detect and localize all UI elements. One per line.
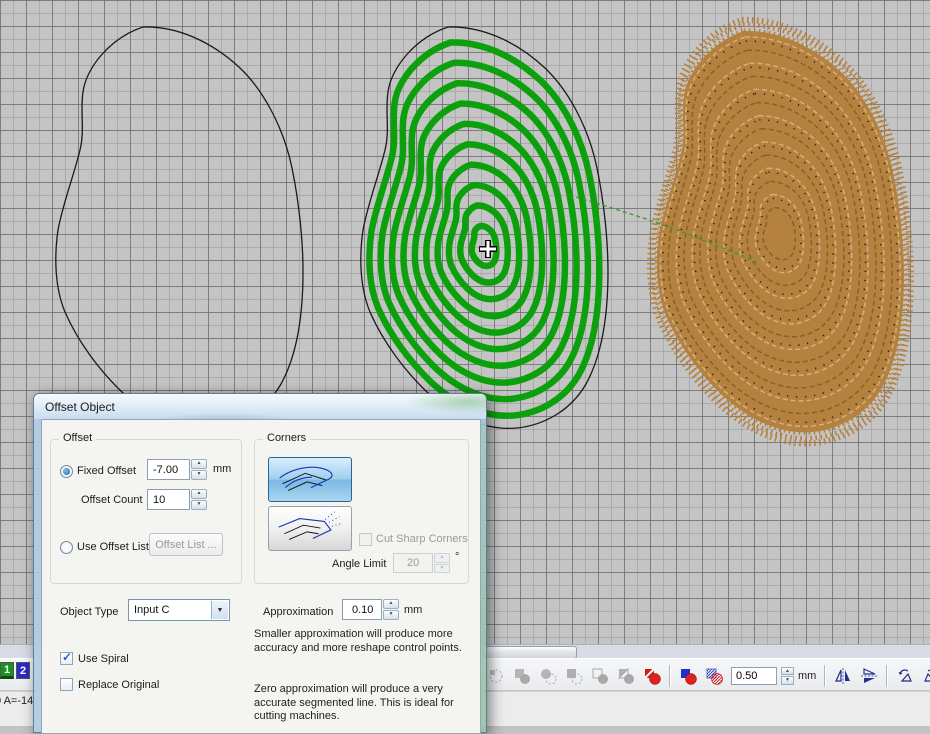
sharp-corners-button[interactable] (268, 506, 352, 551)
outline-shape[interactable] (56, 27, 303, 428)
use-offset-list-radio[interactable] (60, 541, 73, 554)
fixed-offset-field[interactable]: -7.00 (147, 459, 190, 480)
thread-color-palette: 1 2 (0, 662, 30, 679)
spin-down-icon[interactable]: ▼ (191, 500, 207, 510)
toolbar-separator (669, 665, 671, 687)
approximation-unit: mm (404, 604, 422, 616)
exclude-tool-icon[interactable] (591, 667, 609, 685)
spin-down-icon[interactable]: ▼ (781, 676, 794, 685)
intersect-tool-icon[interactable] (539, 667, 557, 685)
angle-limit-label: Angle Limit (332, 558, 386, 570)
dialog-title: Offset Object (45, 400, 115, 414)
chevron-down-icon[interactable]: ▼ (211, 601, 228, 619)
corners-group-label: Corners (263, 432, 310, 444)
offset-list-button-label: Offset List ... (155, 539, 217, 551)
replace-original-checkbox[interactable] (60, 678, 73, 691)
offset-object-dialog: Offset Object Offset Fixed Offset -7.00 … (33, 393, 487, 733)
approximation-label: Approximation (263, 606, 333, 618)
approximation-value: 0.10 (352, 604, 373, 616)
spin-up-icon[interactable]: ▲ (434, 553, 450, 563)
fixed-offset-spinner[interactable]: ▲▼ (191, 459, 207, 480)
overlap-pattern-icon[interactable] (705, 667, 723, 685)
round-corners-icon (272, 461, 348, 499)
object-type-combobox[interactable]: Input C ▼ (128, 599, 230, 621)
approximation-spinner[interactable]: ▲▼ (383, 599, 399, 620)
fixed-offset-unit: mm (213, 463, 231, 475)
thread-color-1[interactable]: 1 (0, 662, 14, 679)
trim-tool-icon[interactable] (513, 667, 531, 685)
rotate-right-icon[interactable] (922, 667, 930, 685)
spin-up-icon[interactable]: ▲ (191, 459, 207, 469)
spiral-offset-shape[interactable] (361, 27, 608, 428)
combine-tool-icon[interactable] (617, 667, 635, 685)
object-type-value: Input C (134, 604, 169, 616)
spin-up-icon[interactable]: ▲ (383, 599, 399, 609)
spin-up-icon[interactable]: ▲ (191, 489, 207, 499)
weld-tool-icon[interactable] (487, 667, 505, 685)
spin-down-icon[interactable]: ▼ (383, 610, 399, 620)
offset-count-label: Offset Count (81, 494, 143, 506)
angle-limit-value: 20 (407, 557, 419, 569)
object-type-label: Object Type (60, 606, 119, 618)
sharp-corners-icon (272, 510, 348, 548)
cut-sharp-corners-label: Cut Sharp Corners (376, 533, 468, 545)
round-corners-button[interactable] (268, 457, 352, 502)
mirror-horizontal-icon[interactable] (834, 667, 852, 685)
offset-group: Offset (50, 439, 242, 584)
overlap-distance-unit: mm (798, 670, 816, 682)
fixed-offset-value: -7.00 (153, 464, 178, 476)
rotate-left-icon[interactable] (896, 667, 914, 685)
thread-color-2[interactable]: 2 (16, 662, 30, 679)
approximation-field[interactable]: 0.10 (342, 599, 382, 620)
spin-down-icon[interactable]: ▼ (191, 470, 207, 480)
subtract-tool-icon[interactable] (565, 667, 583, 685)
offset-list-button[interactable]: Offset List ... (149, 533, 223, 556)
stitched-shape[interactable] (650, 20, 911, 444)
offset-count-value: 10 (153, 494, 165, 506)
mirror-vertical-icon[interactable] (860, 667, 878, 685)
offset-count-field[interactable]: 10 (147, 489, 190, 510)
spin-up-icon[interactable]: ▲ (781, 667, 794, 676)
use-spiral-label: Use Spiral (78, 653, 129, 665)
toolbar-separator (824, 665, 826, 687)
angle-limit-spinner[interactable]: ▲▼ (434, 553, 450, 573)
fixed-offset-radio[interactable] (60, 465, 73, 478)
cut-sharp-corners-checkbox[interactable] (359, 533, 372, 546)
dialog-body: Offset Fixed Offset -7.00 ▲▼ mm Offset C… (41, 419, 481, 734)
spin-down-icon[interactable]: ▼ (434, 564, 450, 574)
overlap-objects-icon[interactable] (679, 667, 697, 685)
approximation-note-1: Smaller approximation will produce more … (254, 628, 472, 655)
overlap-distance-field[interactable]: 0.50 (731, 667, 777, 685)
toolbar-separator (886, 665, 888, 687)
use-spiral-checkbox[interactable] (60, 652, 73, 665)
approximation-note-2: Zero approximation will produce a very a… (254, 683, 472, 724)
replace-original-label: Replace Original (78, 679, 159, 691)
fixed-offset-label: Fixed Offset (77, 465, 136, 477)
status-angle-readout: 0 A=-14 (0, 695, 33, 707)
use-offset-list-label: Use Offset List (77, 541, 149, 553)
overlap-distance-value: 0.50 (736, 670, 757, 682)
offset-group-label: Offset (59, 432, 96, 444)
offset-count-spinner[interactable]: ▲▼ (191, 489, 207, 510)
dialog-title-bar[interactable]: Offset Object (34, 394, 486, 419)
overlap-distance-spinner[interactable]: ▲ ▼ (781, 667, 794, 685)
angle-limit-field[interactable]: 20 (393, 553, 433, 573)
angle-limit-unit: ° (455, 551, 459, 563)
remove-overlap-icon[interactable] (643, 667, 661, 685)
